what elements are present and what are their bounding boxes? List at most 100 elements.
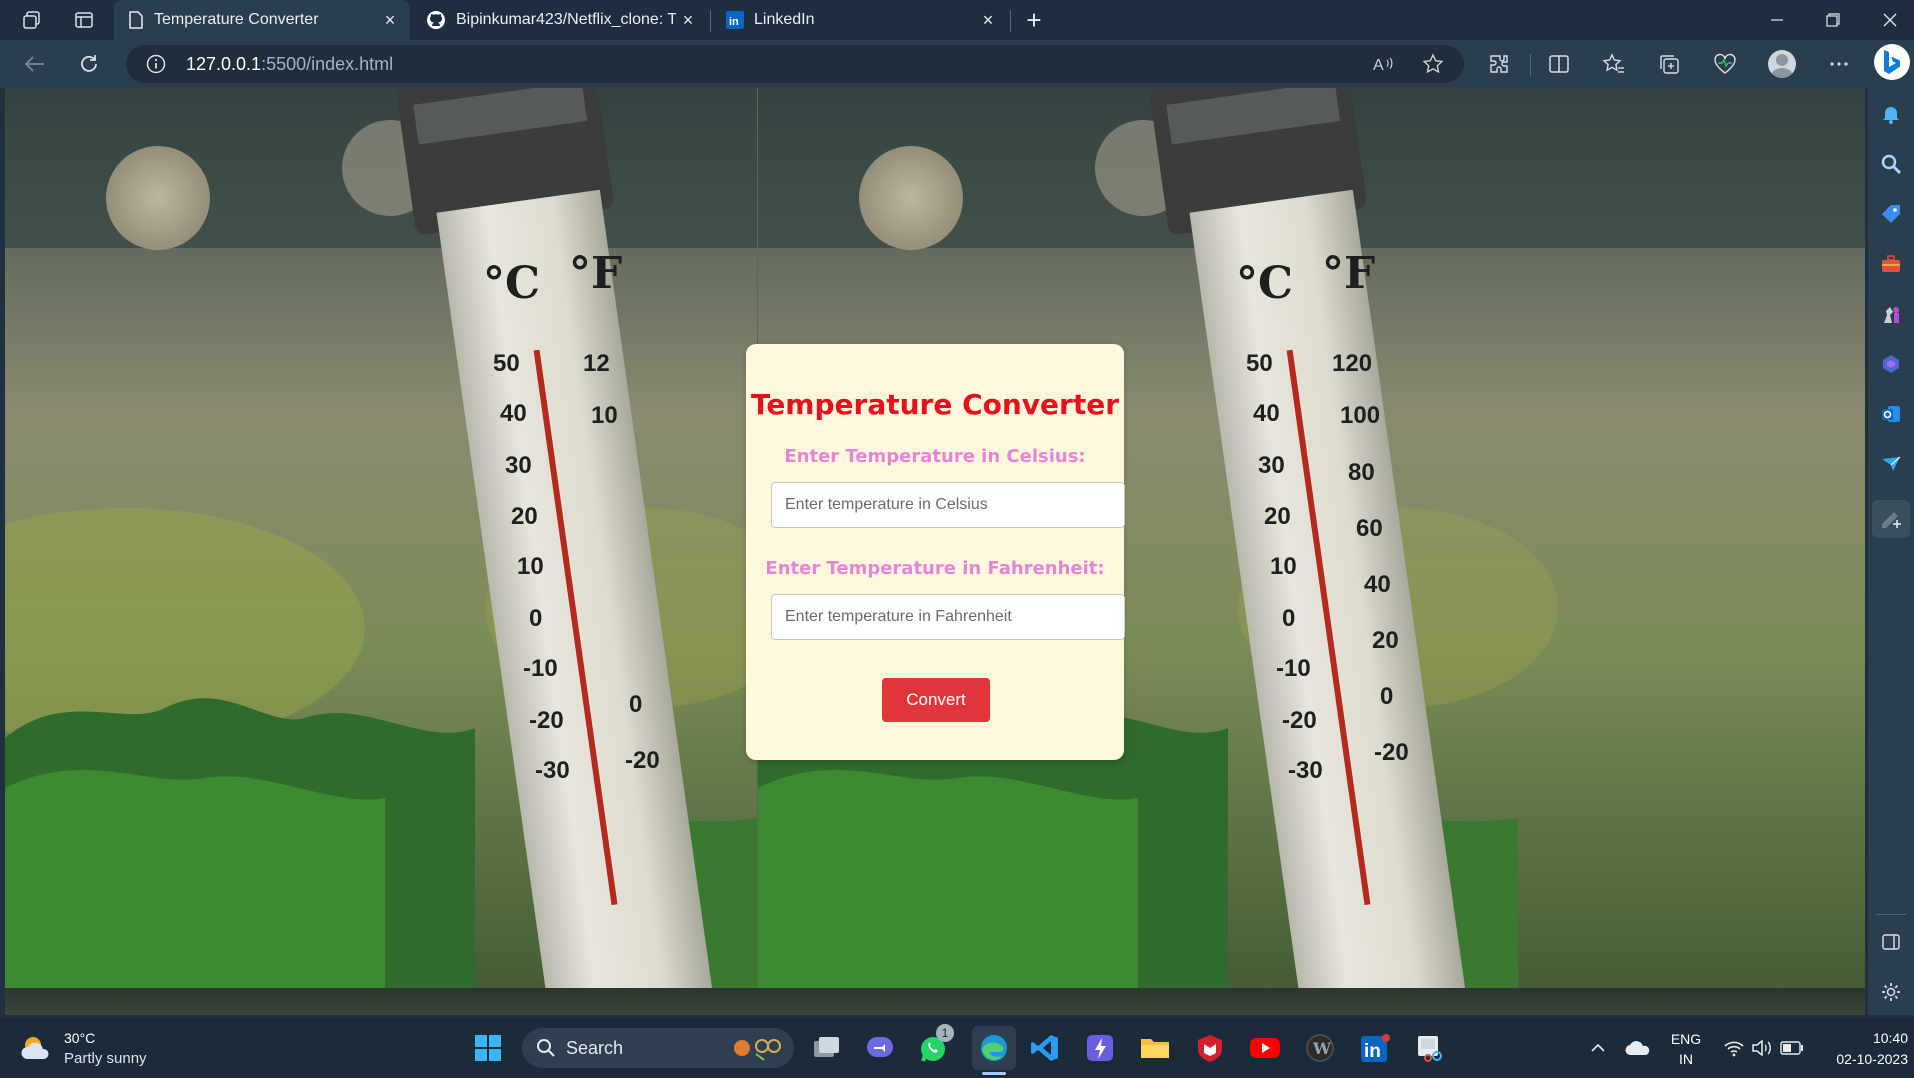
fahrenheit-tick: 40	[1364, 571, 1391, 598]
shopping-tag-icon[interactable]	[1877, 200, 1905, 228]
search-highlight-icon	[728, 1034, 784, 1067]
refresh-icon[interactable]	[72, 48, 106, 80]
windows-start-icon[interactable]	[470, 1030, 506, 1066]
toolbar-divider	[1530, 54, 1531, 76]
address-bar[interactable]: 127.0.0.1:5500/index.html A	[126, 45, 1464, 83]
celsius-unit: °C	[1236, 258, 1293, 309]
taskbar-search-box[interactable]: Search	[522, 1028, 794, 1068]
file-explorer-icon[interactable]	[1137, 1030, 1173, 1066]
browser-essentials-icon[interactable]	[1708, 48, 1742, 80]
celsius-input[interactable]	[771, 482, 1125, 528]
github-icon	[426, 10, 446, 30]
hide-sidebar-icon[interactable]	[1877, 928, 1905, 956]
onedrive-cloud-icon[interactable]	[1620, 1030, 1656, 1066]
favorite-star-icon[interactable]	[1418, 50, 1448, 78]
fahrenheit-unit: °F	[1322, 248, 1375, 299]
youtube-icon[interactable]	[1247, 1030, 1283, 1066]
fahrenheit-tick: 20	[1372, 627, 1399, 654]
profile-avatar[interactable]	[1768, 50, 1796, 78]
notifications-bell-icon[interactable]	[1877, 100, 1905, 128]
teams-chat-icon[interactable]	[862, 1030, 898, 1066]
clock-date[interactable]: 02-10-2023	[1812, 1051, 1908, 1067]
tab-temperature-converter[interactable]: Temperature Converter ×	[114, 0, 410, 40]
tab-linkedin[interactable]: in LinkedIn ×	[712, 0, 1008, 40]
vscode-icon[interactable]	[1027, 1030, 1063, 1066]
split-screen-icon[interactable]	[1542, 48, 1576, 80]
edge-sidebar	[1868, 88, 1914, 1015]
windows-taskbar: 30°C Partly sunny Search 1 W in ENG IN 1…	[0, 1018, 1914, 1078]
fahrenheit-tick: 0	[1380, 683, 1393, 710]
language-indicator-1[interactable]: ENG	[1668, 1031, 1704, 1047]
convert-button[interactable]: Convert	[882, 678, 990, 722]
weather-description: Partly sunny	[64, 1050, 147, 1067]
whatsapp-icon[interactable]: 1	[916, 1024, 954, 1066]
svg-text:0: 0	[629, 691, 642, 718]
add-app-icon[interactable]	[1872, 500, 1910, 538]
celsius-tick: 20	[1264, 503, 1291, 530]
fahrenheit-tick: 60	[1356, 515, 1383, 542]
linkedin-icon: in	[726, 11, 744, 29]
close-tab-icon[interactable]: ×	[676, 8, 700, 32]
search-icon	[536, 1038, 556, 1063]
weather-sun-cloud-icon[interactable]	[18, 1030, 54, 1066]
svg-text:0: 0	[529, 605, 542, 632]
battery-icon[interactable]	[1774, 1030, 1810, 1066]
fahrenheit-tick: 100	[1340, 402, 1380, 429]
svg-text:40: 40	[500, 400, 527, 427]
collections-icon[interactable]	[1652, 48, 1686, 80]
celsius-tick: 40	[1253, 400, 1280, 427]
close-tab-icon[interactable]: ×	[378, 8, 402, 32]
back-icon[interactable]	[18, 48, 52, 80]
microsoft-365-icon[interactable]	[1877, 350, 1905, 378]
extensions-icon[interactable]	[1482, 48, 1516, 80]
celsius-tick: -20	[1282, 707, 1317, 734]
close-window-icon[interactable]	[1866, 4, 1914, 36]
url-text: 127.0.0.1:5500/index.html	[186, 54, 394, 74]
edge-browser-icon[interactable]	[972, 1026, 1016, 1070]
drop-send-icon[interactable]	[1877, 450, 1905, 478]
mcafee-icon[interactable]	[1192, 1030, 1228, 1066]
power-automate-icon[interactable]	[1082, 1030, 1118, 1066]
copilot-bing-icon[interactable]	[1874, 44, 1910, 80]
site-info-icon[interactable]	[146, 54, 166, 79]
linkedin-taskbar-icon[interactable]: in	[1357, 1030, 1393, 1066]
svg-text:-20: -20	[529, 707, 564, 734]
fahrenheit-input[interactable]	[771, 594, 1125, 640]
celsius-tick: -10	[1276, 655, 1311, 682]
task-view-icon[interactable]	[808, 1030, 844, 1066]
search-label: Search	[566, 1038, 624, 1058]
search-icon[interactable]	[1877, 150, 1905, 178]
svg-text:-10: -10	[523, 655, 558, 682]
tools-briefcase-icon[interactable]	[1877, 250, 1905, 278]
sidebar-settings-icon[interactable]	[1877, 978, 1905, 1006]
games-icon[interactable]	[1877, 300, 1905, 328]
minimize-icon[interactable]	[1753, 4, 1801, 36]
tab-label: LinkedIn	[754, 11, 815, 28]
wordpress-icon[interactable]: W	[1302, 1030, 1338, 1066]
tab-label: Temperature Converter	[154, 11, 319, 28]
celsius-tick: 10	[1270, 553, 1297, 580]
sidebar-divider	[1876, 914, 1906, 915]
workspaces-icon[interactable]	[16, 6, 48, 34]
close-tab-icon[interactable]: ×	[976, 8, 1000, 32]
clock-time[interactable]: 10:40	[1822, 1030, 1908, 1046]
tab-actions-icon[interactable]	[68, 6, 100, 34]
read-aloud-icon[interactable]: A	[1368, 50, 1398, 78]
page-title: Temperature Converter	[750, 388, 1120, 421]
svg-text:30: 30	[505, 452, 532, 479]
restore-icon[interactable]	[1809, 4, 1857, 36]
celsius-tick: 50	[1246, 350, 1273, 377]
svg-text:50: 50	[493, 350, 520, 377]
snipping-tool-icon[interactable]	[1412, 1030, 1448, 1066]
new-tab-button[interactable]: +	[1018, 4, 1050, 36]
tab-github[interactable]: Bipinkumar423/Netflix_clone: Thi ×	[412, 0, 708, 40]
svg-text:12: 12	[583, 350, 610, 377]
outlook-icon[interactable]	[1877, 400, 1905, 428]
language-indicator-2[interactable]: IN	[1668, 1051, 1704, 1067]
svg-text:10: 10	[517, 553, 544, 580]
fahrenheit-label: Enter Temperature in Fahrenheit:	[765, 558, 1105, 579]
more-options-icon[interactable]	[1822, 48, 1856, 80]
show-hidden-icons-chevron-up-icon[interactable]	[1580, 1030, 1616, 1066]
svg-text:10: 10	[591, 402, 618, 429]
favorites-icon[interactable]	[1597, 48, 1631, 80]
